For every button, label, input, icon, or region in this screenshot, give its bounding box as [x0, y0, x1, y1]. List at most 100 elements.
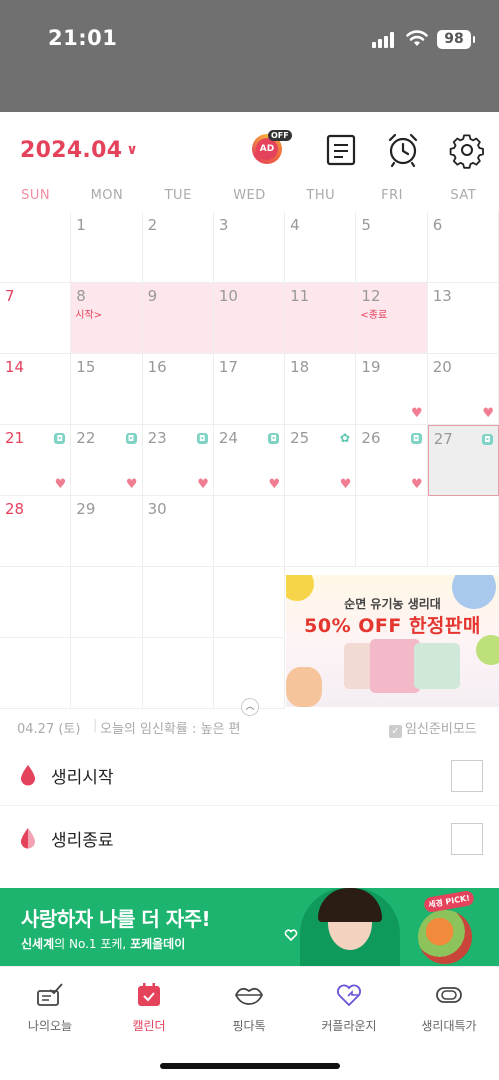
calendar-day[interactable]: 30	[142, 496, 214, 567]
calendar-day[interactable]: 19 ♥	[356, 354, 428, 425]
calendar-day[interactable]: 22 ◘ ♥	[71, 425, 143, 496]
app-screen: 21:01 98 2024.04 ∨ AD OFF SUN MON TUE WE…	[0, 0, 499, 1080]
day-number: 18	[290, 358, 310, 376]
month-selector[interactable]: 2024.04 ∨	[20, 138, 138, 163]
calendar-day[interactable]: 11	[285, 283, 357, 354]
period-start-row[interactable]: 생리시작	[0, 744, 499, 806]
day-number: 13	[432, 287, 452, 305]
day-number: 24	[218, 429, 238, 447]
day-number: 12	[361, 287, 381, 305]
pregnancy-probability: 오늘의 임신확률 : 높은 편	[100, 722, 241, 737]
tab-pad-deals[interactable]: 생리대특가	[399, 967, 499, 1037]
calendar-day[interactable]: 18	[285, 354, 357, 425]
pregnancy-mode-toggle[interactable]: ✓ 임신준비모드	[389, 718, 477, 738]
alarm-clock-icon[interactable]	[384, 130, 424, 170]
calendar-day[interactable]	[213, 567, 286, 638]
lips-icon	[234, 987, 264, 1005]
calendar-day[interactable]: 1	[71, 212, 143, 283]
period-start-checkbox[interactable]	[451, 760, 483, 792]
ad-off-button[interactable]: AD OFF	[248, 130, 292, 170]
banner-sub-text: 의 No.1 포케,	[54, 937, 131, 951]
calendar-day[interactable]	[0, 212, 72, 283]
calendar-header: 2024.04 ∨ AD OFF	[0, 112, 499, 188]
calendar-day[interactable]: 26 ◘ ♥	[356, 425, 428, 496]
calendar-ad-banner[interactable]: 순면 유기농 생리대 50% OFF 한정판매	[286, 575, 499, 707]
calendar-day[interactable]: 4	[285, 212, 357, 283]
calendar-day[interactable]	[356, 496, 428, 567]
heart-icon: ♥	[197, 477, 209, 492]
calendar-day[interactable]: 29	[71, 496, 143, 567]
cellular-signal-icon	[372, 32, 398, 48]
day-number: 17	[218, 358, 238, 376]
calendar-day[interactable]: 24 ◘ ♥	[213, 425, 286, 496]
settings-gear-icon[interactable]	[447, 130, 487, 170]
calendar-day[interactable]: 5	[356, 212, 428, 283]
weekday-fri: FRI	[381, 188, 403, 203]
tab-calendar[interactable]: 캘린더	[99, 967, 199, 1037]
day-number: 3	[218, 216, 229, 234]
calendar-day[interactable]: 23 ◘ ♥	[142, 425, 214, 496]
blood-drop-icon	[21, 765, 35, 786]
heart-icon: ♥	[411, 477, 423, 492]
day-number: 30	[147, 500, 167, 518]
fertile-window-icon: ◘	[196, 433, 208, 444]
calendar-day[interactable]: 25 ✿ ♥	[285, 425, 357, 496]
calendar-day[interactable]: 10	[213, 283, 286, 354]
poke-ad-banner[interactable]: 사랑하자 나를 더 자주! 신세계의 No.1 포케, 포케올데이 세경 PIC…	[0, 888, 499, 966]
ad-line-1: 순면 유기농 생리대	[344, 597, 441, 611]
calendar-day[interactable]: 2	[142, 212, 214, 283]
calendar-day[interactable]: 20 ♥	[427, 354, 499, 425]
calendar-day[interactable]: 7	[0, 283, 72, 354]
calendar-day[interactable]: 17	[213, 354, 286, 425]
banner-brand: 신세계	[21, 937, 55, 951]
tab-couple-lounge[interactable]: 커플라운지	[299, 967, 399, 1037]
fertile-window-icon: ◘	[125, 433, 137, 444]
fertile-window-icon: ◘	[410, 433, 422, 444]
period-end-checkbox[interactable]	[451, 823, 483, 855]
day-number: 19	[361, 358, 381, 376]
calendar-day[interactable]	[71, 567, 143, 638]
divider: |	[93, 718, 98, 733]
calendar-day[interactable]: 21 ◘ ♥	[0, 425, 72, 496]
calendar-day[interactable]	[142, 638, 214, 709]
calendar-day[interactable]: 8 시작>	[71, 283, 143, 354]
tab-pingda-talk[interactable]: 핑다톡	[199, 967, 299, 1037]
calendar-day[interactable]: 28	[0, 496, 72, 567]
tab-label: 생리대특가	[421, 1019, 477, 1033]
poke-bowl-image	[418, 910, 472, 964]
calendar-day[interactable]	[0, 567, 72, 638]
calendar-day[interactable]: 6	[427, 212, 499, 283]
calendar-day[interactable]	[285, 496, 357, 567]
calendar-day[interactable]: 15	[71, 354, 143, 425]
heart-outline-icon	[284, 929, 298, 942]
heart-icon: ♥	[54, 477, 67, 492]
calendar-day[interactable]: 3	[213, 212, 286, 283]
day-number: 4	[290, 216, 300, 234]
calendar-day[interactable]	[427, 496, 499, 567]
info-bar: 04.27 (토) | 오늘의 임신확률 : 높은 편 ✓ 임신준비모드	[0, 708, 499, 742]
day-number: 5	[361, 216, 371, 234]
calendar-day[interactable]	[71, 638, 143, 709]
calendar-day[interactable]	[0, 638, 72, 709]
shadow-decoration	[286, 667, 322, 707]
calendar-day[interactable]: 16	[142, 354, 214, 425]
calendar-day[interactable]: 12 <종료	[356, 283, 428, 354]
calendar-day-today[interactable]: 27 ◘	[427, 425, 499, 496]
period-end-row[interactable]: 생리종료	[0, 807, 499, 869]
pad-package-image	[414, 643, 460, 689]
day-number: 21	[5, 429, 25, 447]
fertile-window-icon: ◘	[268, 433, 280, 444]
heart-icon: ♥	[125, 477, 138, 492]
day-number: 23	[147, 429, 167, 447]
calendar-day[interactable]: 13	[427, 283, 499, 354]
calendar-day[interactable]: 9	[142, 283, 214, 354]
memo-icon[interactable]	[322, 130, 362, 170]
calendar-day[interactable]	[213, 496, 286, 567]
banner-subtitle: 신세계의 No.1 포케, 포케올데이	[21, 935, 185, 952]
tab-my-today[interactable]: 나의오늘	[0, 967, 100, 1037]
calendar-day[interactable]	[142, 567, 214, 638]
banner-product: 포케올데이	[130, 937, 186, 951]
ovulation-flower-icon: ✿	[339, 431, 350, 445]
day-number: 9	[147, 287, 158, 305]
calendar-day[interactable]: 14	[0, 354, 72, 425]
